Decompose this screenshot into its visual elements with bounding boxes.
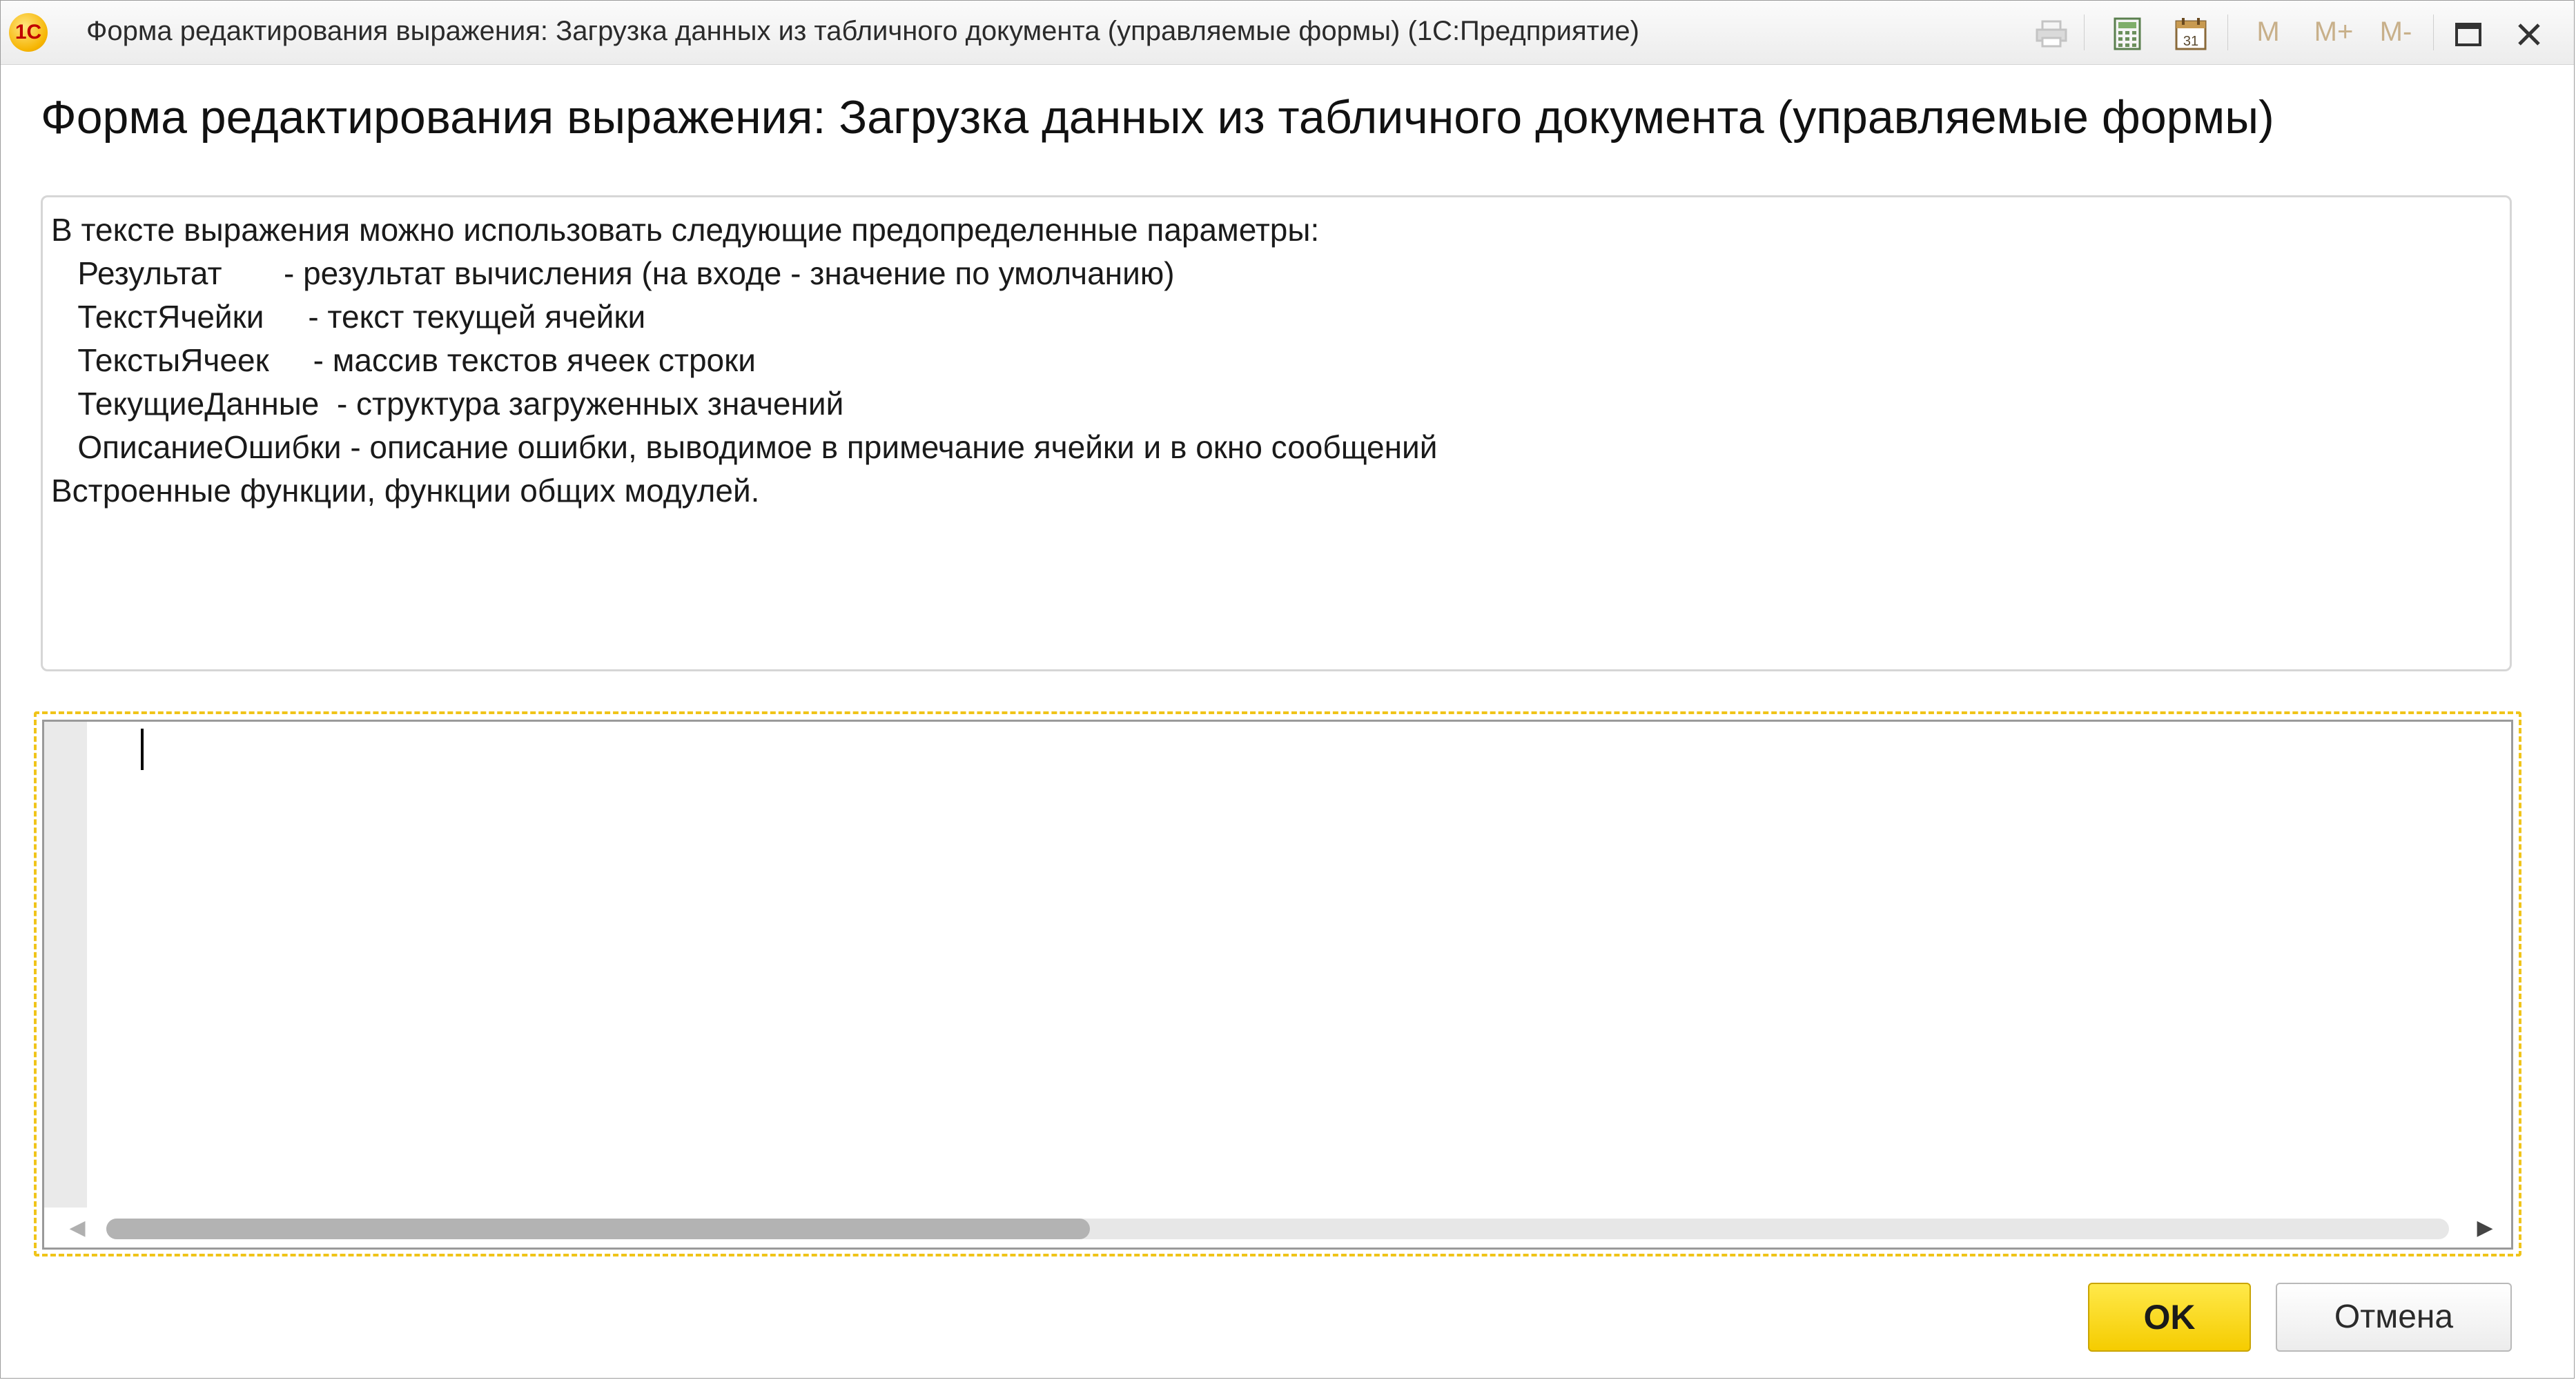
scroll-right-icon[interactable]: ▶ [2471, 1214, 2499, 1242]
form-title: Форма редактирования выражения: Загрузка… [41, 91, 2274, 144]
memory-button-m-plus[interactable]: M+ [2303, 10, 2364, 53]
title-bar: 1С Форма редактирования выражения: Загру… [1, 1, 2574, 65]
text-caret [141, 729, 144, 770]
calculator-icon[interactable] [2103, 10, 2151, 53]
help-line: ТекстЯчейки - текст текущей ячейки [51, 299, 646, 335]
help-line: В тексте выражения можно использовать сл… [51, 212, 1320, 248]
toolbar-separator [2433, 14, 2434, 50]
help-line: ТекстыЯчеек - массив текстов ячеек строк… [51, 342, 756, 378]
memory-button-m[interactable]: M [2244, 10, 2292, 53]
scroll-thumb[interactable] [106, 1219, 1091, 1239]
window-title: Форма редактирования выражения: Загрузка… [86, 16, 1639, 46]
ok-button[interactable]: OK [2088, 1283, 2251, 1352]
close-icon[interactable] [2505, 10, 2553, 53]
toolbar-separator [2084, 14, 2085, 50]
help-line: Встроенные функции, функции общих модуле… [51, 473, 760, 509]
horizontal-scrollbar[interactable]: ◀ ▶ [44, 1208, 2511, 1248]
app-logo[interactable]: 1С [9, 13, 48, 52]
memory-button-m-minus[interactable]: M- [2365, 10, 2426, 53]
help-text-box[interactable]: В тексте выражения можно использовать сл… [41, 195, 2512, 671]
cancel-button[interactable]: Отмена [2276, 1283, 2512, 1352]
calendar-icon[interactable]: 31 [2167, 10, 2215, 53]
expression-editor[interactable]: ◀ ▶ [42, 720, 2513, 1250]
help-line: ТекущиеДанные - структура загруженных зн… [51, 386, 844, 422]
maximize-icon[interactable] [2444, 10, 2492, 53]
toolbar-separator [2227, 14, 2228, 50]
scroll-track[interactable] [106, 1219, 2449, 1239]
line-number-gutter [44, 722, 87, 1210]
print-icon[interactable] [2027, 10, 2076, 53]
dialog-window: 1С Форма редактирования выражения: Загру… [0, 0, 2575, 1379]
help-line: Результат - результат вычисления (на вхо… [51, 255, 1175, 291]
scroll-left-icon[interactable]: ◀ [64, 1214, 91, 1242]
help-line: ОписаниеОшибки - описание ошибки, выводи… [51, 429, 1438, 465]
calendar-day: 31 [2183, 34, 2198, 49]
